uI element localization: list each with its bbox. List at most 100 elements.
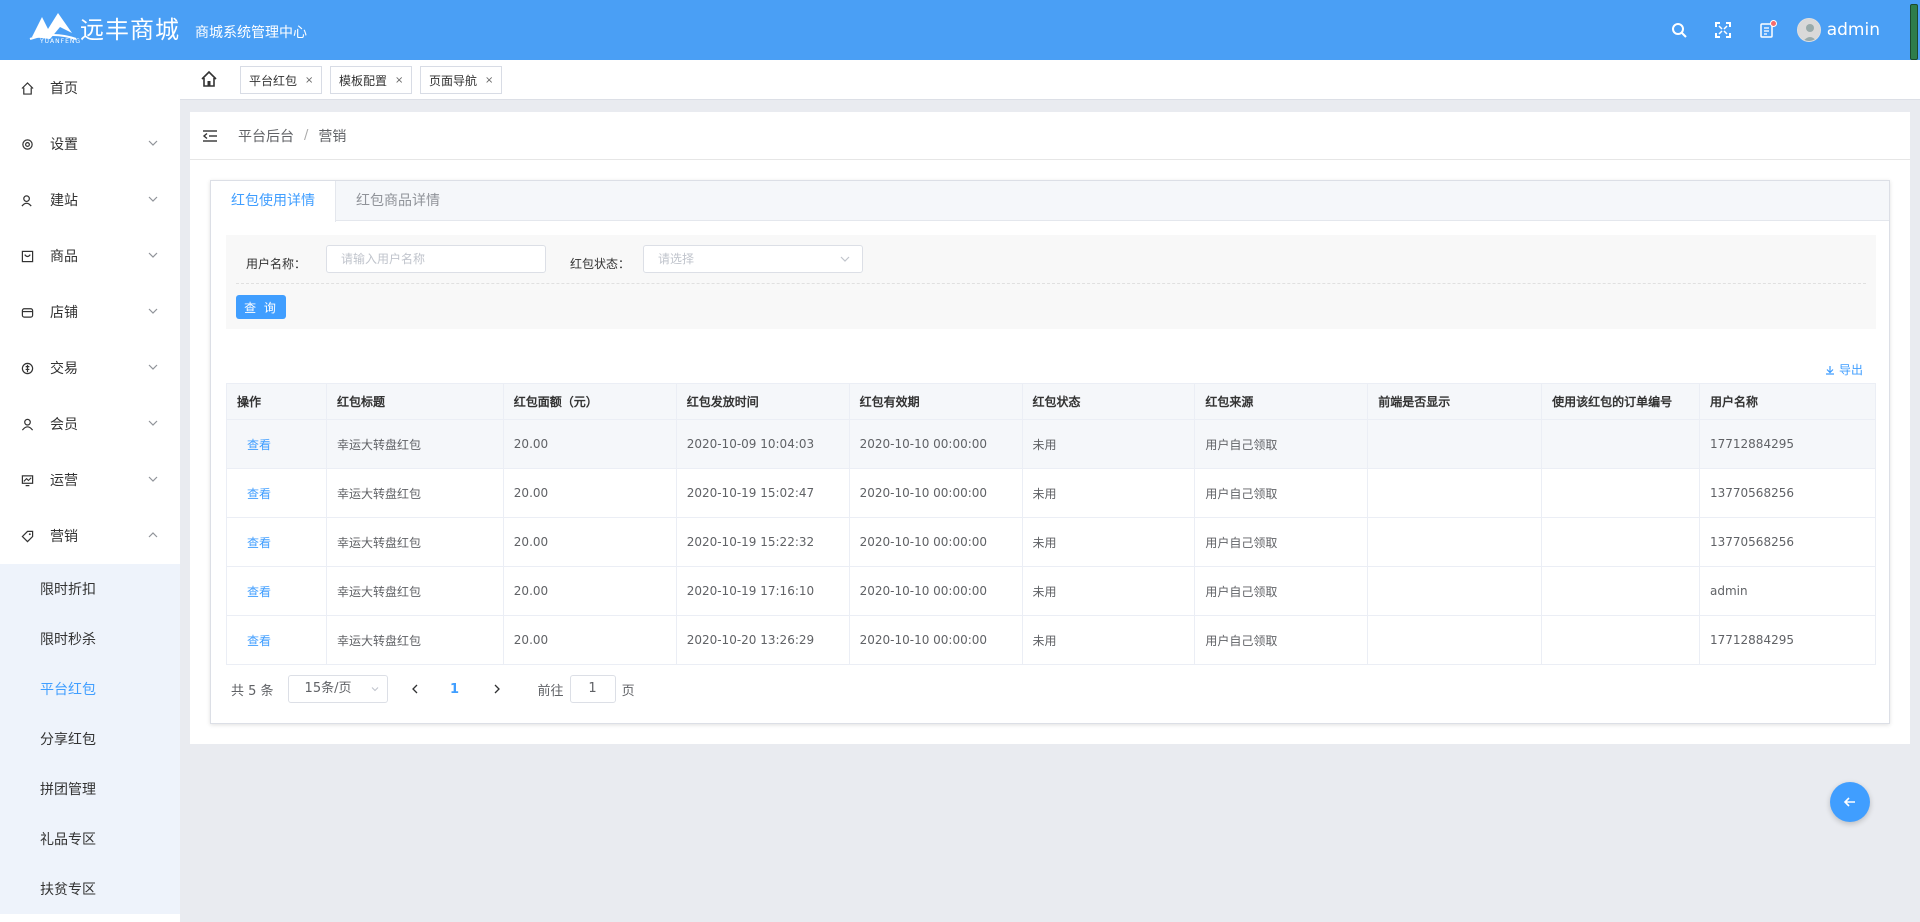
search-icon[interactable] <box>1669 20 1689 40</box>
tab-label: 平台红包 <box>249 73 298 88</box>
column-header: 红包来源 <box>1194 383 1369 420</box>
query-button[interactable]: 查 询 <box>236 295 286 319</box>
notification-icon[interactable] <box>1757 20 1777 40</box>
view-link[interactable]: 查看 <box>237 585 271 599</box>
table-cell: 2020-10-10 00:00:00 <box>849 615 1023 665</box>
sidebar-item-home[interactable]: 首页 <box>0 60 180 116</box>
tab-label: 页面导航 <box>429 73 478 88</box>
filter-divider <box>236 283 1866 284</box>
table-cell: admin <box>1699 566 1876 616</box>
home-icon <box>20 81 34 95</box>
menu-fold-icon[interactable] <box>202 128 218 144</box>
export-button[interactable]: 导出 <box>1825 361 1863 378</box>
table-cell: 用户自己领取 <box>1194 566 1369 616</box>
view-link[interactable]: 查看 <box>237 634 271 648</box>
sidebar-subitem-gift-zone[interactable]: 礼品专区 <box>0 814 180 864</box>
page-number-current[interactable]: 1 <box>440 675 470 703</box>
tab-template-config[interactable]: 模板配置 × <box>330 66 413 94</box>
prev-page-button[interactable] <box>400 675 430 703</box>
home-icon[interactable] <box>200 70 218 88</box>
sidebar-subitem-limited-discount[interactable]: 限时折扣 <box>0 564 180 614</box>
table-row: 查看 幸运大转盘红包 20.00 2020-10-09 10:04:03 202… <box>226 419 1876 469</box>
sidebar-subitem-poverty-zone[interactable]: 扶贫专区 <box>0 864 180 914</box>
goto-label: 前往 <box>537 683 564 699</box>
table-cell: 20.00 <box>503 419 677 469</box>
store-icon <box>20 305 34 319</box>
table-cell: 2020-10-10 00:00:00 <box>849 468 1023 518</box>
sidebar-item-goods[interactable]: 商品 <box>0 228 180 284</box>
table-cell: 13770568256 <box>1699 468 1876 518</box>
column-header: 红包状态 <box>1022 383 1196 420</box>
table-cell: 20.00 <box>503 615 677 665</box>
column-header: 前端是否显示 <box>1367 383 1543 420</box>
username[interactable]: admin <box>1827 20 1880 40</box>
logo[interactable]: YUANFENG 远丰商城 <box>28 10 180 45</box>
sidebar-item-label: 店铺 <box>50 305 78 321</box>
chevron-down-icon <box>148 308 158 314</box>
pagination-total: 共 5 条 <box>231 683 274 699</box>
table-cell: 2020-10-19 17:16:10 <box>676 566 850 616</box>
breadcrumb-item[interactable]: 平台后台 <box>238 126 294 146</box>
sidebar-item-site[interactable]: 建站 <box>0 172 180 228</box>
chevron-down-icon <box>148 476 158 482</box>
column-header: 红包有效期 <box>849 383 1023 420</box>
page-size-select[interactable]: 15条/页 <box>287 675 388 703</box>
pagination: 共 5 条 15条/页 1 前往 1 页 <box>231 675 635 703</box>
table-cell <box>1541 468 1700 518</box>
sidebar-subitem-share-redpacket[interactable]: 分享红包 <box>0 714 180 764</box>
goto-page-input[interactable]: 1 <box>569 675 616 703</box>
table-cell <box>1541 419 1700 469</box>
sidebar-subitem-platform-redpacket[interactable]: 平台红包 <box>0 664 180 714</box>
close-icon[interactable]: × <box>305 75 313 86</box>
tab-redpacket-goods[interactable]: 红包商品详情 <box>336 181 460 221</box>
sidebar-item-settings[interactable]: 设置 <box>0 116 180 172</box>
chevron-down-icon <box>148 196 158 202</box>
tab-platform-redpacket[interactable]: 平台红包 × <box>240 66 323 94</box>
sidebar-item-marketing[interactable]: 营销 <box>0 508 180 564</box>
column-header: 操作 <box>226 383 327 420</box>
status-select[interactable]: 请选择 <box>643 245 863 273</box>
goods-icon <box>20 249 34 263</box>
logo-icon: YUANFENG <box>28 11 80 45</box>
sidebar-item-label: 会员 <box>50 417 78 433</box>
sidebar-item-member[interactable]: 会员 <box>0 396 180 452</box>
fullscreen-icon[interactable] <box>1713 20 1733 40</box>
sidebar-item-label: 建站 <box>50 193 78 209</box>
top-header: YUANFENG 远丰商城 商城系统管理中心 admin <box>0 0 1920 60</box>
avatar[interactable] <box>1796 18 1821 42</box>
sidebar-item-label: 首页 <box>50 81 78 97</box>
sidebar-subitem-flash-sale[interactable]: 限时秒杀 <box>0 614 180 664</box>
view-link[interactable]: 查看 <box>237 487 271 501</box>
close-icon[interactable]: × <box>485 75 493 86</box>
tab-redpacket-usage[interactable]: 红包使用详情 <box>211 181 336 222</box>
status-label: 红包状态： <box>570 257 631 271</box>
table-cell <box>1541 517 1700 567</box>
trade-icon <box>20 361 34 375</box>
table-cell: 2020-10-19 15:02:47 <box>676 468 850 518</box>
window-scrollbar[interactable] <box>1910 4 1918 60</box>
table-cell: 用户自己领取 <box>1194 419 1369 469</box>
username-label: 用户名称： <box>246 257 307 271</box>
back-float-button[interactable] <box>1830 782 1870 822</box>
sidebar-item-store[interactable]: 店铺 <box>0 284 180 340</box>
close-icon[interactable]: × <box>395 75 403 86</box>
next-page-button[interactable] <box>482 675 512 703</box>
chevron-right-icon <box>494 684 500 694</box>
sidebar-item-label: 设置 <box>50 137 78 153</box>
view-link[interactable]: 查看 <box>237 438 271 452</box>
tab-page-navigation[interactable]: 页面导航 × <box>420 66 503 94</box>
table-row: 查看 幸运大转盘红包 20.00 2020-10-19 17:16:10 202… <box>226 566 1876 616</box>
table-row: 查看 幸运大转盘红包 20.00 2020-10-19 15:22:32 202… <box>226 517 1876 567</box>
table-cell: 未用 <box>1022 419 1196 469</box>
sidebar-subitem-group-buy[interactable]: 拼团管理 <box>0 764 180 814</box>
table-header-row: 操作 红包标题 红包面额（元） 红包发放时间 红包有效期 红包状态 红包来源 前… <box>226 383 1876 420</box>
table-cell: 查看 <box>226 419 327 469</box>
username-input[interactable]: 请输入用户名称 <box>326 245 546 273</box>
sidebar-item-trade[interactable]: 交易 <box>0 340 180 396</box>
sidebar-item-operation[interactable]: 运营 <box>0 452 180 508</box>
table-cell: 查看 <box>226 468 327 518</box>
arrow-left-icon <box>1843 797 1855 807</box>
chevron-down-icon <box>148 364 158 370</box>
view-link[interactable]: 查看 <box>237 536 271 550</box>
column-header: 用户名称 <box>1699 383 1876 420</box>
